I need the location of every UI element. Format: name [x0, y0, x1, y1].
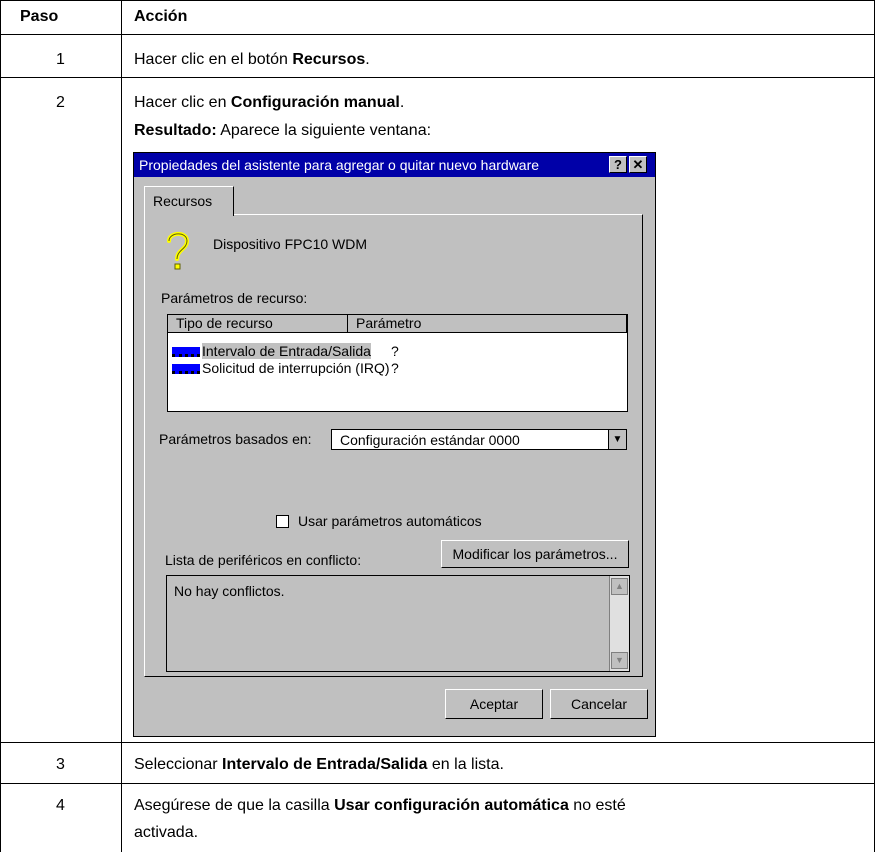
table-border-top — [0, 0, 875, 1]
step-number: 4 — [56, 797, 65, 814]
close-button[interactable]: ✕ — [629, 156, 647, 173]
row-divider — [0, 783, 875, 784]
tab-recursos[interactable]: Recursos — [144, 186, 234, 216]
based-on-select[interactable]: Configuración estándar 0000 ▼ — [331, 429, 627, 450]
scroll-up-icon[interactable]: ▲ — [611, 578, 628, 595]
cancel-button[interactable]: Cancelar — [550, 689, 648, 719]
row-divider — [0, 742, 875, 743]
conflicts-text: No hay conflictos. — [174, 583, 285, 599]
row-divider — [0, 77, 875, 78]
resource-value: ? — [391, 360, 399, 376]
based-on-value: Configuración estándar 0000 — [340, 432, 520, 448]
device-name: Dispositivo FPC10 WDM — [213, 236, 368, 252]
list-item[interactable]: Intervalo de Entrada/Salida — [172, 342, 371, 360]
auto-params-checkbox[interactable] — [276, 515, 289, 528]
step-number: 2 — [56, 94, 65, 111]
question-mark-icon — [167, 231, 190, 270]
step-text-continued: activada. — [134, 824, 199, 841]
ok-button[interactable]: Aceptar — [445, 689, 543, 719]
modify-params-button[interactable]: Modificar los parámetros... — [441, 540, 629, 568]
table-border-left — [0, 0, 1, 852]
hardware-properties-dialog: Propiedades del asistente para agregar o… — [133, 152, 656, 737]
step-text: Asegúrese de que la casilla Usar configu… — [134, 797, 626, 814]
scroll-down-icon[interactable]: ▼ — [611, 652, 628, 669]
column-header-param[interactable]: Parámetro — [348, 315, 627, 333]
step-text: Hacer clic en el botón Recursos. — [134, 51, 370, 68]
conflicts-scrollbar[interactable]: ▲ ▼ — [609, 576, 629, 671]
column-header-type[interactable]: Tipo de recurso — [168, 315, 348, 333]
dialog-title: Propiedades del asistente para agregar o… — [139, 157, 540, 173]
list-item[interactable]: Solicitud de interrupción (IRQ) — [172, 359, 390, 377]
dialog-title-bar: Propiedades del asistente para agregar o… — [134, 153, 655, 177]
step-number: 3 — [56, 756, 65, 773]
conflict-label: Lista de periféricos en conflicto: — [165, 552, 362, 568]
conflicts-box: No hay conflictos. ▲ ▼ — [166, 575, 630, 672]
step-result: Resultado: Aparece la siguiente ventana: — [134, 122, 432, 139]
step-number: 1 — [56, 51, 65, 68]
resource-list[interactable]: Tipo de recurso Parámetro Intervalo de E… — [167, 314, 628, 412]
resource-chip-icon — [172, 347, 200, 358]
header-divider — [0, 34, 875, 35]
based-on-label: Parámetros basados en: — [159, 431, 312, 447]
step-text: Seleccionar Intervalo de Entrada/Salida … — [134, 756, 504, 773]
resources-panel: Dispositivo FPC10 WDM Parámetros de recu… — [144, 214, 643, 677]
resource-type: Intervalo de Entrada/Salida — [202, 343, 371, 359]
resource-type: Solicitud de interrupción (IRQ) — [202, 360, 390, 376]
header-accion: Acción — [134, 8, 188, 25]
help-button[interactable]: ? — [609, 156, 627, 173]
chevron-down-icon[interactable]: ▼ — [608, 430, 626, 449]
resource-params-label: Parámetros de recurso: — [161, 290, 308, 306]
close-icon: ✕ — [632, 157, 644, 172]
header-paso: Paso — [20, 8, 59, 25]
resource-value: ? — [391, 343, 399, 359]
resource-chip-icon — [172, 364, 200, 375]
auto-params-label: Usar parámetros automáticos — [298, 513, 482, 529]
step-text: Hacer clic en Configuración manual. — [134, 94, 405, 111]
column-divider — [121, 0, 122, 852]
